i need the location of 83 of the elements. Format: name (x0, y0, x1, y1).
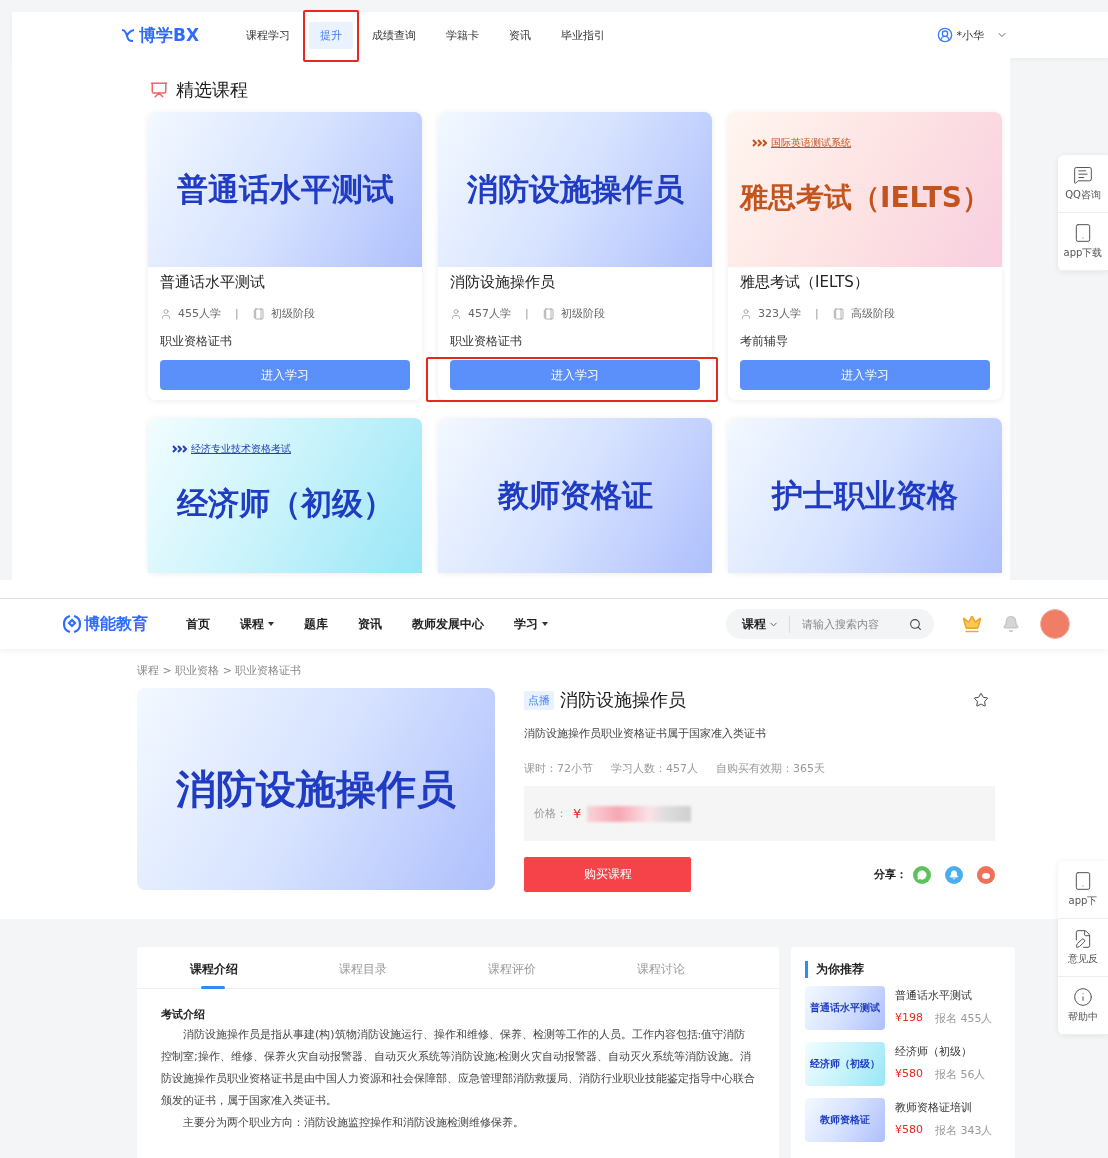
logo-text: 博学BX (139, 23, 200, 47)
side-tool[interactable]: QQ咨询 (1058, 155, 1108, 213)
banner-title: 经济师（初级） (176, 483, 394, 523)
side-tool[interactable]: app下载 (1058, 213, 1108, 271)
course-category: 考前辅导 (740, 333, 789, 350)
nav-link[interactable]: 课程 (240, 615, 274, 633)
section-title: 精选课程 (176, 78, 248, 102)
nav-link[interactable]: 学籍卡 (435, 21, 491, 49)
side-tool-label: 意见反 (1068, 952, 1098, 966)
course-stat: 自购买有效期：365天 (716, 761, 825, 776)
nav-link[interactable]: 学习 (514, 615, 548, 633)
banner-title: 教师资格证 (497, 475, 653, 515)
recommend-course-title[interactable]: 普通话水平测试 (895, 988, 993, 1003)
course-level: 高级阶段 (850, 306, 895, 321)
course-title: 消防设施操作员 (560, 688, 686, 712)
separator: | (525, 307, 529, 320)
course-category: 职业资格证书 (450, 333, 523, 350)
banner-title: 护士职业资格 (772, 475, 958, 515)
banner-tag: 国际英语测试系统 (771, 136, 851, 150)
share-label: 分享： (874, 867, 907, 882)
side-tool[interactable]: app下 (1058, 861, 1108, 919)
separator: | (815, 307, 819, 320)
thumbnail-title: 教师资格证 (820, 1113, 870, 1127)
course-stat: 课时：72小节 (524, 761, 593, 776)
banner-title: 雅思考试（IELTS） (740, 179, 990, 216)
course-title: 消防设施操作员 (450, 273, 556, 292)
course-title: 雅思考试（IELTS） (740, 273, 870, 292)
course-stat: 学习人数：457人 (611, 761, 698, 776)
nav-link[interactable]: 毕业指引 (550, 21, 617, 49)
course-price: ¥198 (895, 1011, 923, 1026)
buy-course-button[interactable]: 购买课程 (524, 857, 691, 892)
recommend-course-title[interactable]: 教师资格证培训 (895, 1100, 993, 1115)
banner-title: 消防设施操作员 (176, 764, 456, 814)
course-title: 普通话水平测试 (160, 273, 266, 292)
banner-tag: 经济专业技术资格考试 (191, 442, 291, 456)
recommend-title: 为你推荐 (805, 961, 1001, 978)
learner-count: 457人学 (468, 306, 511, 321)
thumbnail-title: 经济师（初级） (810, 1057, 880, 1071)
side-tool[interactable]: 帮助中 (1058, 977, 1108, 1035)
price-label: 价格： (534, 806, 567, 821)
intro-paragraph: 主要分为两个职业方向：消防设施监控操作和消防设施检测维修保养。 (182, 1115, 525, 1131)
course-badge: 点播 (524, 690, 554, 710)
course-price: ¥580 (895, 1123, 923, 1138)
side-tool-label: 帮助中 (1068, 1010, 1098, 1024)
intro-paragraph: 消防设施操作员是指从事建(构)筑物消防设施运行、操作和维修、保养、检测等工作的人员。工作内容包括:值守消防控制室;操作、维修、保养火灾自动报警器、自动灭火系统等消防设施;检测火灾自动报警器、自动灭火系统等消防设施。消防设施操作员职业资格证书是由中国人力资源和社会保障部、应急管理部消防救援局、消防行业职业技能鉴定指导中心联合颁发的证书，属于国家准入类证书。 (161, 1027, 755, 1109)
course-thumbnail[interactable]: 教师资格证 (805, 1098, 885, 1142)
learner-count: 455人学 (178, 306, 221, 321)
course-level: 初级阶段 (270, 306, 315, 321)
nav-link[interactable]: 课程学习 (235, 21, 302, 49)
intro-heading: 考试介绍 (161, 1007, 206, 1022)
tab[interactable]: 课程介绍 (139, 947, 288, 988)
search-field[interactable]: 课程 请输入搜索内容 (726, 609, 934, 639)
breadcrumb: 课程 > 职业资格 > 职业资格证书 (137, 663, 303, 678)
thumbnail-title: 普通话水平测试 (810, 1001, 880, 1015)
side-tool-label: app下 (1068, 894, 1098, 908)
banner-title: 普通话水平测试 (176, 169, 394, 209)
enrolled-count: 报名 343人 (935, 1123, 993, 1138)
nav-link[interactable]: 题库 (304, 615, 328, 633)
course-category: 职业资格证书 (160, 333, 233, 350)
nav-link[interactable]: 资讯 (358, 615, 382, 633)
course-thumbnail[interactable]: 经济师（初级） (805, 1042, 885, 1086)
banner-title: 消防设施操作员 (466, 169, 684, 209)
logo-text: 博能教育 (84, 613, 148, 635)
nav-link[interactable]: 首页 (186, 615, 210, 633)
nav-link[interactable]: 提升 (309, 21, 354, 49)
enrolled-count: 报名 56人 (935, 1067, 986, 1082)
learner-count: 323人学 (758, 306, 801, 321)
side-tool-label: QQ咨询 (1065, 188, 1101, 202)
nav-link[interactable]: 成绩查询 (361, 21, 428, 49)
enrolled-count: 报名 455人 (935, 1011, 993, 1026)
side-tool[interactable]: 意见反 (1058, 919, 1108, 977)
course-level: 初级阶段 (560, 306, 605, 321)
side-tool-label: app下载 (1063, 246, 1103, 260)
nav-link[interactable]: 资讯 (498, 21, 543, 49)
course-thumbnail[interactable]: 普通话水平测试 (805, 986, 885, 1030)
separator: | (235, 307, 239, 320)
search-scope-dropdown[interactable]: 课程 (742, 615, 790, 633)
recommend-course-title[interactable]: 经济师（初级） (895, 1044, 986, 1059)
currency-symbol: ¥ (573, 806, 582, 821)
course-description: 消防设施操作员职业资格证书属于国家准入类证书 (524, 726, 767, 741)
nav-link[interactable]: 教师发展中心 (412, 615, 484, 633)
course-price: ¥580 (895, 1067, 923, 1082)
user-name: *小华 (956, 27, 984, 43)
